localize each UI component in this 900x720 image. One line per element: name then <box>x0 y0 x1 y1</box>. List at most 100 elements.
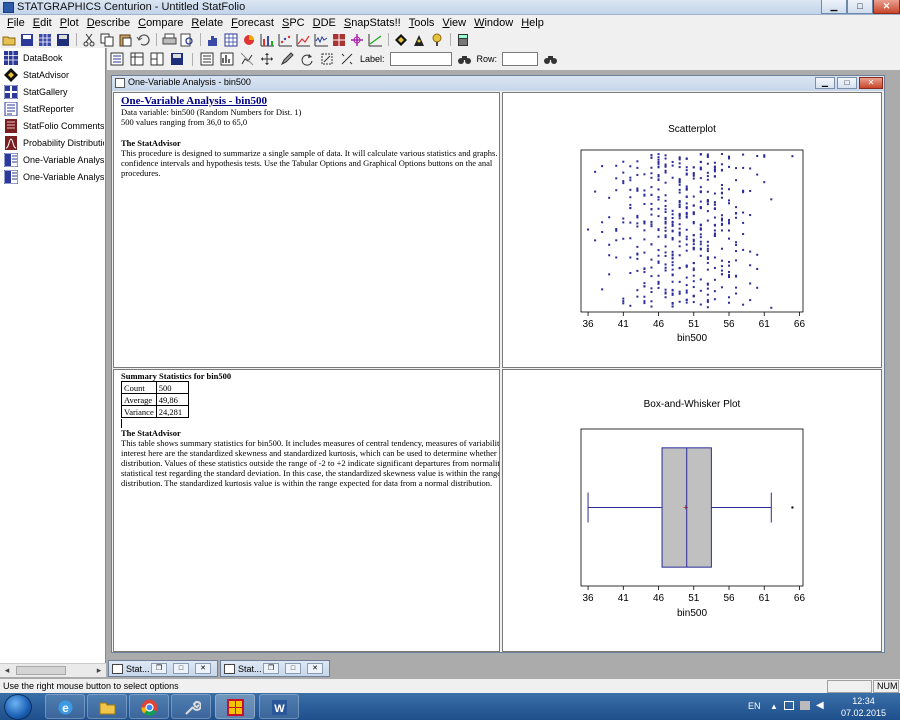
undo-icon[interactable] <box>136 33 151 47</box>
restore-button[interactable]: ❐ <box>151 663 167 674</box>
menu-edit[interactable]: Edit <box>29 17 56 29</box>
volume-icon[interactable]: ◀ <box>816 700 824 711</box>
crosshair-icon[interactable] <box>350 33 365 47</box>
close-button[interactable]: ✕ <box>195 663 211 674</box>
sidebar-item-databook[interactable]: DataBook <box>0 49 104 66</box>
scatterplot-chart[interactable]: Scatterplot 36 41 46 51 56 61 66 bin500 <box>503 93 881 367</box>
tables-icon[interactable] <box>130 52 145 66</box>
analysis-window[interactable]: One-Variable Analysis - bin500 ▁ □ ✕ One… <box>111 75 885 653</box>
scatter-matrix-icon[interactable] <box>332 33 347 47</box>
menu-tools[interactable]: Tools <box>405 17 439 29</box>
sidebar-item-one-variable-analysis-2[interactable]: One-Variable Analysis - b <box>0 168 104 185</box>
taskbar-ie-button[interactable]: e <box>45 694 85 719</box>
sidebar-item-statgallery[interactable]: StatGallery <box>0 83 104 100</box>
child-close-button[interactable]: ✕ <box>859 77 883 89</box>
language-indicator[interactable]: EN <box>748 701 761 711</box>
menu-snapstats[interactable]: SnapStats!! <box>340 17 405 29</box>
print-preview-icon[interactable] <box>180 33 195 47</box>
pen-icon[interactable] <box>280 52 295 66</box>
minimized-window-2[interactable]: Stat... ❐ □ ✕ <box>220 660 330 677</box>
graphs-icon[interactable] <box>150 52 165 66</box>
line-tool-icon[interactable] <box>340 52 355 66</box>
network-icon[interactable] <box>800 701 810 710</box>
maximize-button[interactable]: □ <box>847 0 873 14</box>
menu-file[interactable]: File <box>3 17 29 29</box>
bar-chart-icon[interactable] <box>260 33 275 47</box>
binoculars-icon[interactable] <box>543 52 558 66</box>
close-button[interactable]: ✕ <box>307 663 323 674</box>
menu-describe[interactable]: Describe <box>83 17 134 29</box>
menu-relate[interactable]: Relate <box>187 17 227 29</box>
label-field[interactable] <box>389 52 452 66</box>
statadvisor-icon[interactable] <box>394 33 409 47</box>
control-chart-icon[interactable] <box>314 33 329 47</box>
menu-compare[interactable]: Compare <box>134 17 187 29</box>
sidebar-item-statreporter[interactable]: StatReporter <box>0 100 104 117</box>
scroll-right-arrow-icon[interactable]: ▸ <box>92 664 106 677</box>
copy-icon[interactable] <box>100 33 115 47</box>
analysis-window-title-bar[interactable]: One-Variable Analysis - bin500 ▁ □ ✕ <box>112 76 884 91</box>
row-field[interactable] <box>502 52 539 66</box>
menu-view[interactable]: View <box>438 17 470 29</box>
minimized-window-1[interactable]: Stat... ❐ □ ✕ <box>108 660 218 677</box>
system-clock[interactable]: 12:34 07.02.2015 <box>841 695 886 719</box>
analysis-options-icon[interactable] <box>110 52 125 66</box>
close-button[interactable]: ✕ <box>873 0 900 14</box>
line-plot-icon[interactable] <box>296 33 311 47</box>
action-center-icon[interactable] <box>784 701 794 710</box>
exclude-points-icon[interactable] <box>240 52 255 66</box>
menu-spc[interactable]: SPC <box>278 17 309 29</box>
minimize-button[interactable]: ▁ <box>821 0 847 14</box>
wizard-icon[interactable] <box>412 33 427 47</box>
print-icon[interactable] <box>162 33 177 47</box>
save-all-icon[interactable] <box>56 33 71 47</box>
grid-chart-icon[interactable] <box>224 33 239 47</box>
help-icon[interactable] <box>430 33 445 47</box>
statgraphics-app-icon[interactable] <box>3 2 14 13</box>
summary-statistics-pane[interactable]: Summary Statistics for bin500 Count 500 … <box>113 369 500 652</box>
scroll-left-arrow-icon[interactable]: ◂ <box>0 664 14 677</box>
scatterplot-pane[interactable]: Scatterplot 36 41 46 51 56 61 66 bin500 <box>502 92 882 368</box>
move-icon[interactable] <box>260 52 275 66</box>
zoom-fit-icon[interactable] <box>320 52 335 66</box>
save-icon[interactable] <box>20 33 35 47</box>
taskbar-statgraphics-button[interactable] <box>215 694 255 719</box>
restore-button[interactable]: ❐ <box>263 663 279 674</box>
sidebar-item-statfolio-comments[interactable]: StatFolio Comments <box>0 117 104 134</box>
sidebar-item-probability-distributions[interactable]: Probability Distributions <box>0 134 104 151</box>
scrollbar-thumb[interactable] <box>16 666 66 675</box>
binoculars-icon[interactable] <box>457 52 472 66</box>
calculator-icon[interactable] <box>456 33 471 47</box>
paste-icon[interactable] <box>118 33 133 47</box>
sidebar-item-statadvisor[interactable]: StatAdvisor <box>0 66 104 83</box>
graphical-options-icon[interactable] <box>220 52 235 66</box>
save-results-icon[interactable] <box>170 52 185 66</box>
rotate-icon[interactable] <box>300 52 315 66</box>
box-whisker-pane[interactable]: Box-and-Whisker Plot + 36 41 46 51 56 61 66 bi… <box>502 369 882 652</box>
taskbar-chrome-button[interactable] <box>129 694 169 719</box>
show-hidden-icons-icon[interactable]: ▲ <box>770 702 778 711</box>
tabular-options-icon[interactable] <box>200 52 215 66</box>
menu-forecast[interactable]: Forecast <box>227 17 278 29</box>
xy-plot-icon[interactable] <box>278 33 293 47</box>
taskbar-explorer-button[interactable] <box>87 694 127 719</box>
databook-icon[interactable] <box>38 33 53 47</box>
open-folder-icon[interactable] <box>2 33 17 47</box>
menu-dde[interactable]: DDE <box>309 17 340 29</box>
box-whisker-chart[interactable]: Box-and-Whisker Plot + 36 41 46 51 56 61 66 bi… <box>503 370 881 651</box>
pie-chart-icon[interactable] <box>242 33 257 47</box>
menu-plot[interactable]: Plot <box>56 17 83 29</box>
analysis-heading[interactable]: One-Variable Analysis - bin500 <box>121 95 499 107</box>
cut-icon[interactable] <box>82 33 97 47</box>
analysis-window-icon[interactable] <box>115 78 125 88</box>
start-button[interactable] <box>4 694 32 720</box>
summary-pane[interactable]: One-Variable Analysis - bin500 Data vari… <box>113 92 500 368</box>
maximize-button[interactable]: □ <box>285 663 301 674</box>
taskbar-tool-button[interactable] <box>171 694 211 719</box>
sidebar-item-one-variable-analysis-1[interactable]: One-Variable Analysis - b <box>0 151 104 168</box>
maximize-button[interactable]: □ <box>173 663 189 674</box>
sidebar-horizontal-scrollbar[interactable]: ◂ ▸ <box>0 663 106 677</box>
menu-window[interactable]: Window <box>470 17 517 29</box>
regression-icon[interactable] <box>368 33 383 47</box>
child-minimize-button[interactable]: ▁ <box>815 77 835 89</box>
